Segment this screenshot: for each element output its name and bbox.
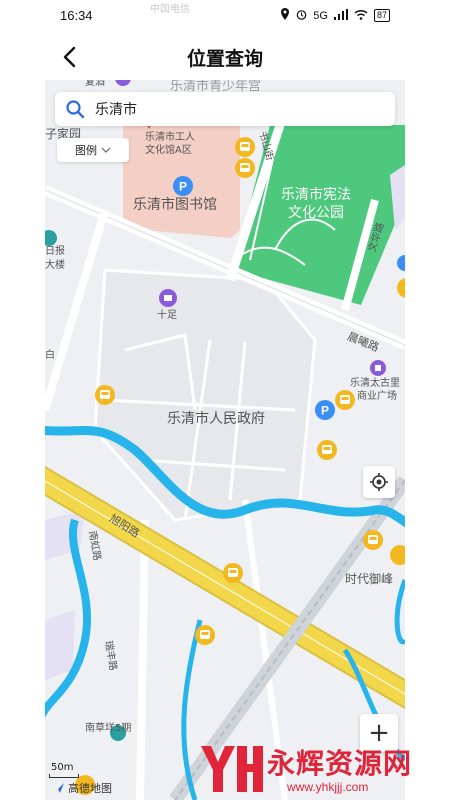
map-scale: 50m <box>51 762 74 773</box>
nav-bar: 位置查询 <box>0 34 450 80</box>
status-carrier: 中国电信 <box>150 4 190 15</box>
map-label-library: 乐清市图书馆 <box>133 197 217 213</box>
map-label-park-2: 文化公园 <box>288 205 344 221</box>
map-label-workers-1: 乐清市工人 <box>145 132 195 143</box>
alarm-icon <box>296 9 307 23</box>
search-value: 乐清市 <box>95 102 137 118</box>
watermark-text: 永辉资源网 <box>267 747 413 780</box>
map-label-shidai: 时代御峰 <box>345 572 394 586</box>
status-icons: 5G 87 <box>280 8 390 23</box>
bus-stop-marker <box>235 137 255 157</box>
bus-stop-marker <box>317 440 337 460</box>
bus-stop-marker <box>235 158 255 178</box>
map-label-taigu-2: 商业广场 <box>357 391 397 402</box>
back-button[interactable] <box>56 42 86 72</box>
legend-label: 图例 <box>75 144 97 157</box>
bus-stop-marker <box>363 530 383 550</box>
map-label-taigu-1: 乐清太古里 <box>350 378 400 389</box>
map-label-ribao-2: 大楼 <box>45 260 65 271</box>
status-bar: 16:34 中国电信 5G 87 <box>0 0 450 34</box>
battery-icon: 87 <box>373 9 390 22</box>
locate-icon <box>370 473 388 491</box>
svg-text:P: P <box>179 180 187 194</box>
svg-text:P: P <box>321 404 329 418</box>
legend-button[interactable]: 图例 <box>57 138 129 162</box>
map-provider: 高德地图 <box>53 780 112 796</box>
watermark-url: www.yhkjjj.com <box>287 780 369 794</box>
shop-marker <box>159 289 177 307</box>
search-icon <box>66 100 85 119</box>
map-label-nancaoyang: 南草垟5期 <box>85 723 132 734</box>
watermark-logo-icon <box>201 746 263 792</box>
chevron-down-icon <box>101 147 111 153</box>
status-time: 16:34 <box>60 8 93 23</box>
bus-stop-marker <box>195 625 215 645</box>
wifi-icon <box>354 9 368 23</box>
map-label-government: 乐清市人民政府 <box>167 411 265 427</box>
parking-marker: P <box>315 400 335 420</box>
map-canvas: P P <box>45 80 405 800</box>
chevron-left-icon <box>63 46 76 68</box>
map-label-shizu: 十足 <box>157 310 177 321</box>
location-icon <box>280 8 290 23</box>
network-label: 5G <box>313 9 328 22</box>
search-input[interactable]: 乐清市 <box>55 92 395 126</box>
map-provider-label: 高德地图 <box>68 782 112 795</box>
watermark: 永辉资源网 www.yhkjjj.com <box>195 738 430 800</box>
map-label-ribao-1: 日报 <box>45 246 65 257</box>
shop-marker <box>370 360 386 376</box>
map-label-park-1: 乐清市宪法 <box>281 187 351 203</box>
gaode-logo-icon <box>54 783 64 793</box>
parking-marker: P <box>173 176 193 196</box>
map-label-baihe: 复酒 <box>85 80 105 88</box>
locate-button[interactable] <box>363 466 395 498</box>
bus-stop-marker <box>335 390 355 410</box>
bus-stop-marker <box>95 385 115 405</box>
map-label-bai: 白 <box>45 350 55 361</box>
bus-stop-marker <box>223 563 243 583</box>
map-label-workers-2: 文化馆A区 <box>145 145 192 156</box>
map-view[interactable]: P P 乐清市青少年宫 复酒 子家园 乐清市工人 文化馆A区 书山街 乐清市图书… <box>45 80 405 800</box>
signal-icon <box>333 8 348 23</box>
map-scale-bar <box>49 774 79 778</box>
